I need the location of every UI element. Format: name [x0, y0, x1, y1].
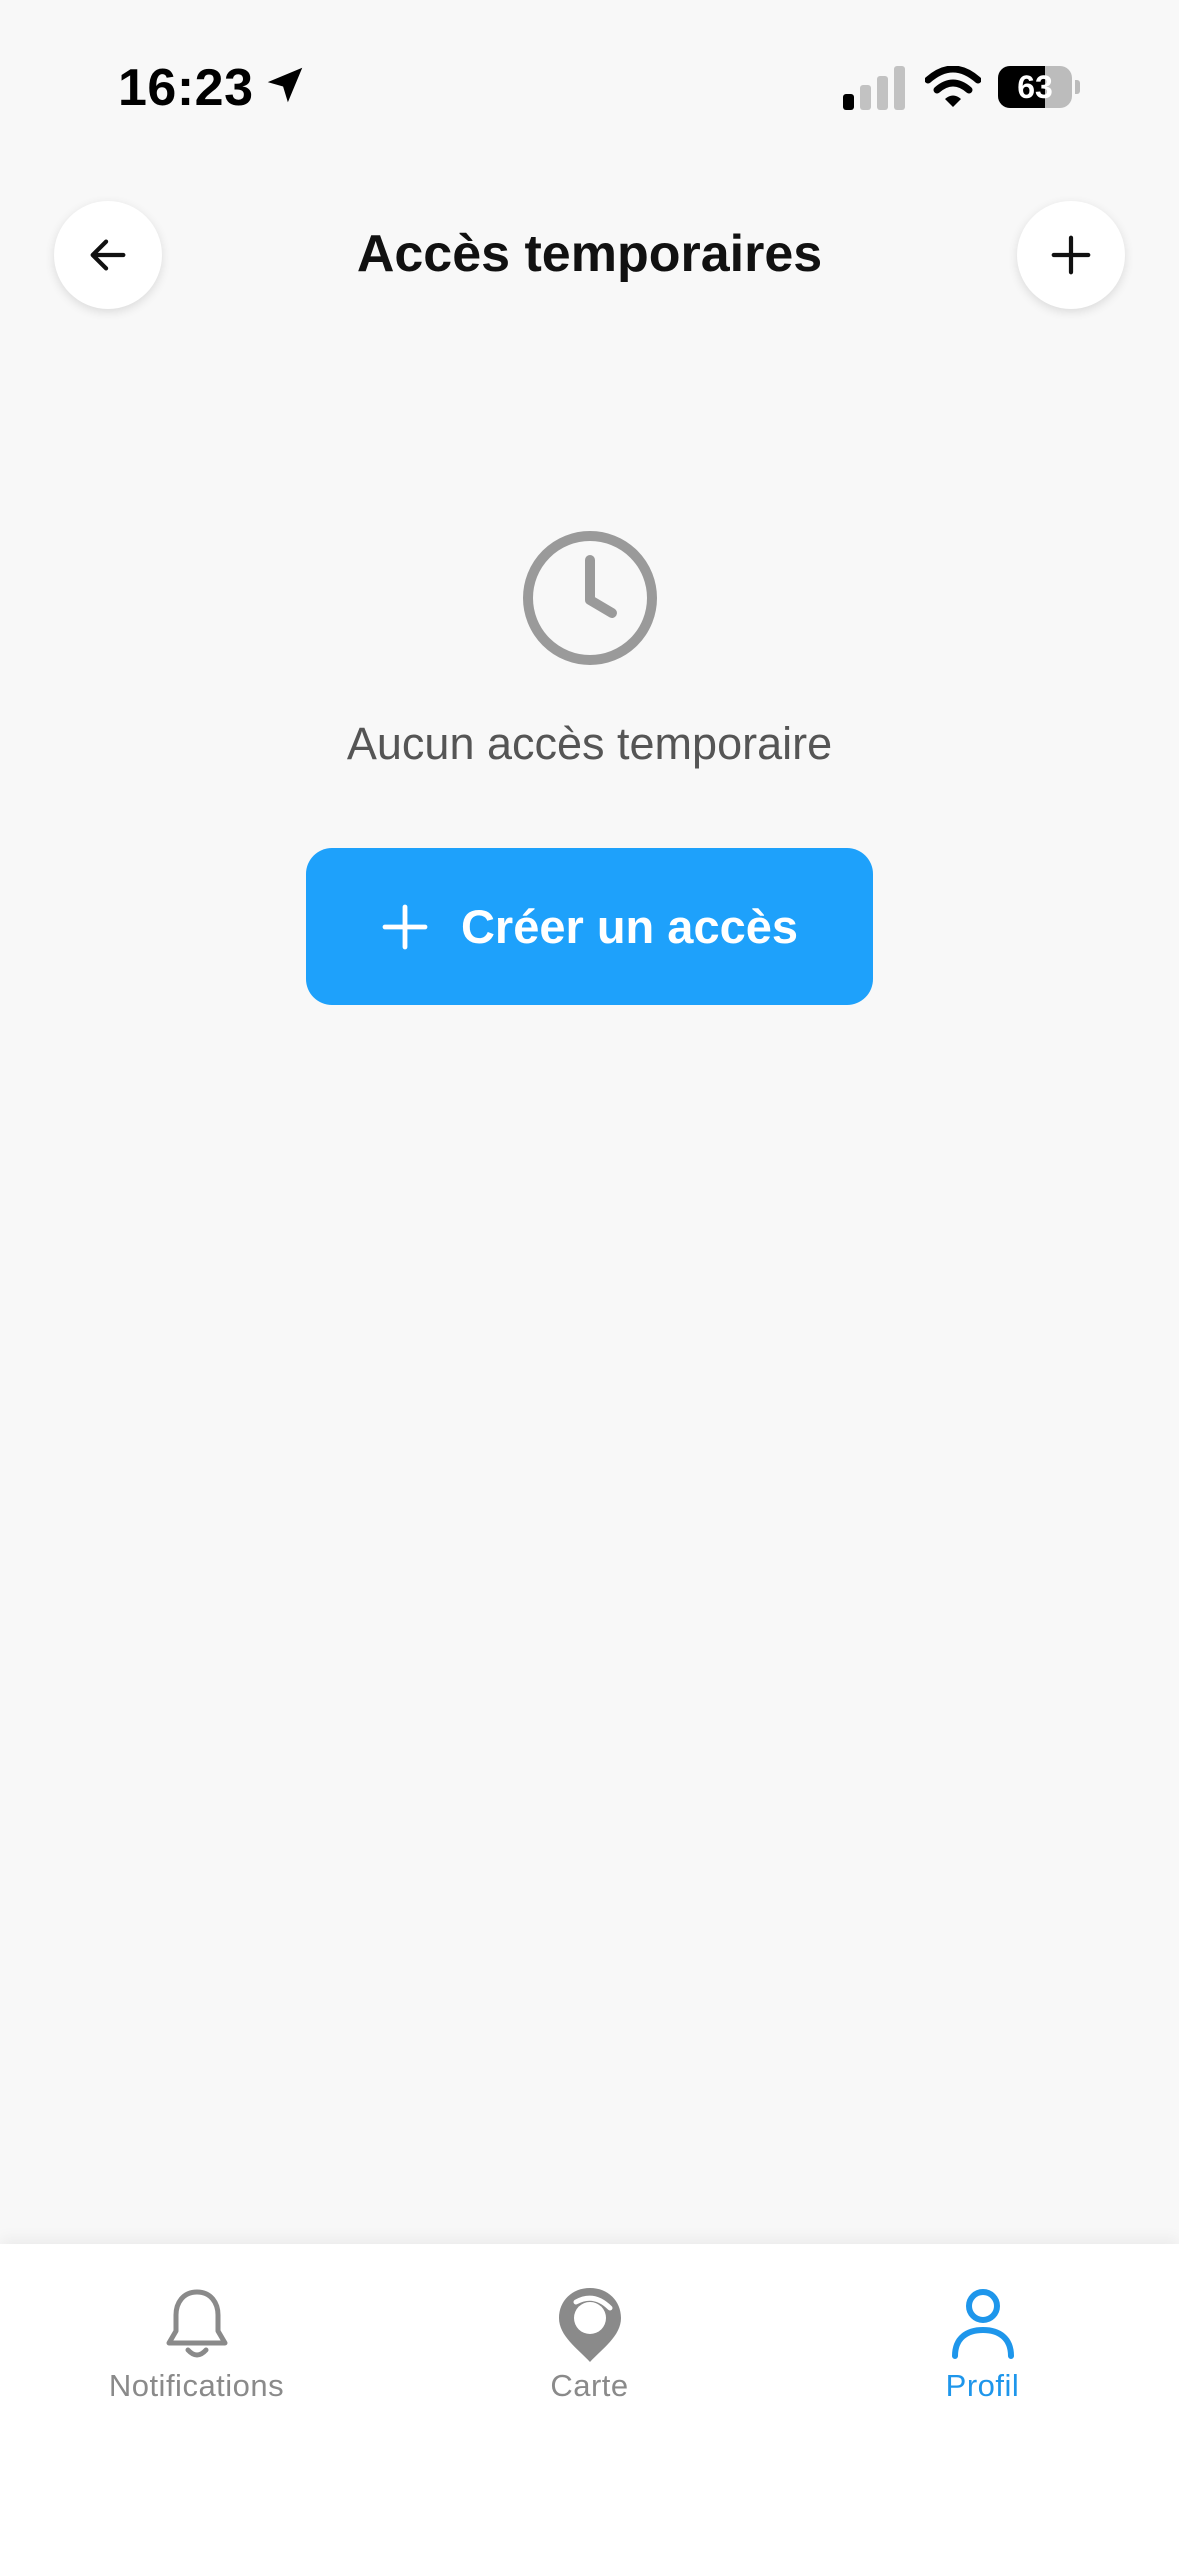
plus-icon	[382, 904, 428, 949]
tab-bar: Notifications Carte Profil	[0, 2244, 1179, 2556]
plus-icon	[1051, 235, 1091, 275]
tab-carte[interactable]: Carte	[393, 2244, 786, 2424]
add-access-button[interactable]	[1017, 201, 1125, 309]
status-time: 16:23	[118, 59, 254, 117]
empty-state-message: Aucun accès temporaire	[346, 718, 833, 769]
create-access-label: Créer un accès	[460, 899, 799, 953]
wifi-icon	[925, 66, 981, 107]
tab-label-profil: Profil	[945, 2368, 1020, 2403]
bell-icon	[166, 2289, 228, 2358]
battery-tip	[1075, 80, 1080, 94]
battery-icon: 63	[998, 66, 1080, 108]
tab-notifications[interactable]: Notifications	[0, 2244, 393, 2424]
arrow-left-icon	[90, 239, 126, 271]
cellular-signal-icon	[843, 66, 905, 110]
user-icon	[952, 2289, 1014, 2359]
tab-label-carte: Carte	[550, 2368, 629, 2403]
tab-label-notifications: Notifications	[108, 2368, 285, 2403]
tab-profil[interactable]: Profil	[786, 2244, 1179, 2424]
create-access-button[interactable]: Créer un accès	[306, 848, 873, 1005]
location-arrow-icon	[267, 67, 303, 103]
map-pin-icon	[559, 2288, 621, 2362]
status-bar: 16:23 63	[0, 0, 1179, 170]
battery-body: 63	[998, 66, 1072, 108]
back-button[interactable]	[54, 201, 162, 309]
clock-icon	[523, 531, 657, 665]
page-title: Accès temporaires	[356, 225, 823, 283]
battery-percent: 63	[1017, 69, 1053, 105]
